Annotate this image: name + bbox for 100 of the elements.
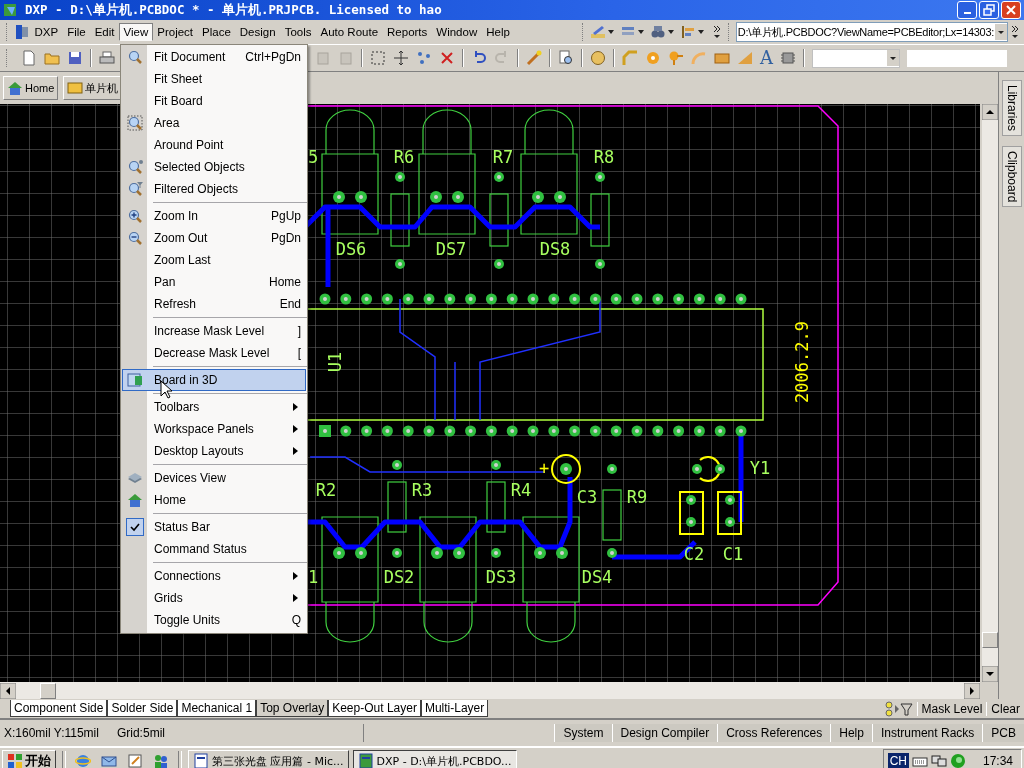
menu-item[interactable]: Increase Mask Level ]: [122, 320, 306, 342]
horizontal-scrollbar[interactable]: [0, 682, 998, 699]
layer-tab[interactable]: Solder Side: [107, 700, 178, 717]
notepad-icon[interactable]: [127, 753, 143, 768]
select-area-icon[interactable]: [370, 50, 386, 66]
document-tab[interactable]: Home: [3, 76, 59, 100]
menu-item[interactable]: Desktop Layouts: [122, 440, 306, 462]
menu-item[interactable]: Fit Document Ctrl+PgDn: [122, 46, 306, 68]
menu-item[interactable]: Reports: [382, 23, 432, 41]
menu-item[interactable]: View: [119, 23, 153, 41]
menu-item[interactable]: Grids: [122, 587, 306, 609]
pad-icon[interactable]: [645, 50, 661, 66]
menu-item[interactable]: Pan Home: [122, 271, 306, 293]
panel-button[interactable]: PCB: [982, 724, 1024, 742]
layer-tab[interactable]: Top Overlay: [256, 700, 329, 717]
menu-item[interactable]: File: [62, 23, 91, 41]
menu-item[interactable]: Command Status: [122, 538, 306, 560]
scroll-thumb[interactable]: [982, 632, 998, 648]
menu-item[interactable]: Tools: [280, 23, 316, 41]
caret-icon[interactable]: [697, 30, 704, 34]
panel-tab[interactable]: Libraries: [1001, 80, 1022, 137]
folder-icon[interactable]: [44, 50, 60, 66]
taskbar-button[interactable]: DXP - D:\单片机.PCBDO...: [352, 750, 517, 768]
menu-item[interactable]: Auto Route: [316, 23, 383, 41]
dropdown-field[interactable]: [907, 49, 1007, 67]
binoculars-icon[interactable]: [649, 24, 666, 40]
menu-item[interactable]: Zoom Out PgDn: [122, 227, 306, 249]
scroll-down-icon[interactable]: [982, 666, 998, 682]
menu-item[interactable]: Help: [481, 23, 515, 41]
panel-button[interactable]: System: [554, 724, 612, 742]
via-icon[interactable]: [668, 50, 684, 66]
vertical-scrollbar[interactable]: [982, 104, 998, 682]
clear-button[interactable]: Clear: [986, 701, 1024, 716]
menu-item[interactable]: Home: [122, 489, 306, 511]
menu-item[interactable]: Edit: [90, 23, 119, 41]
people-icon[interactable]: [153, 753, 169, 768]
menu-item[interactable]: Fit Sheet: [122, 68, 306, 90]
save-icon[interactable]: [67, 50, 83, 66]
caret-icon[interactable]: [667, 30, 674, 34]
address-field[interactable]: D:\单片机.PCBDOC?ViewName=PCBEditor;Lx=14303:: [735, 22, 1008, 42]
dropdown-icon[interactable]: [995, 24, 1007, 40]
browse-icon[interactable]: [558, 50, 574, 66]
layer-tab[interactable]: Mechanical 1: [177, 700, 257, 717]
clipboard-icon[interactable]: [338, 50, 354, 66]
menu-item[interactable]: Area: [122, 112, 306, 134]
menu-item[interactable]: Selected Objects: [122, 156, 306, 178]
menu-item[interactable]: Toggle Units Q: [122, 609, 306, 631]
menu-item[interactable]: Around Point: [122, 134, 306, 156]
menu-item[interactable]: Toolbars: [122, 396, 306, 418]
deselect-icon[interactable]: [439, 50, 455, 66]
menu-item[interactable]: Fit Board: [122, 90, 306, 112]
component-icon[interactable]: [780, 50, 796, 66]
menu-item[interactable]: Window: [431, 23, 482, 41]
menu-item[interactable]: Devices View: [122, 467, 306, 489]
layer-tab[interactable]: Keep-Out Layer: [328, 700, 421, 717]
menu-item[interactable]: Zoom Last: [122, 249, 306, 271]
fill-icon[interactable]: [714, 50, 730, 66]
align-icon[interactable]: [679, 24, 696, 40]
caret-icon[interactable]: [637, 30, 644, 34]
panel-button[interactable]: Help: [830, 724, 872, 742]
caret-icon[interactable]: [607, 30, 614, 34]
menu-item[interactable]: Project: [152, 23, 198, 41]
network-icon[interactable]: [930, 753, 947, 768]
language-indicator[interactable]: CH: [887, 753, 909, 768]
menu-item[interactable]: Design: [235, 23, 281, 41]
place-string-button[interactable]: A: [760, 49, 773, 67]
document-tab[interactable]: 单片机: [63, 76, 123, 100]
chevron-icon[interactable]: [1011, 25, 1019, 39]
start-button[interactable]: 开始: [2, 750, 56, 768]
menu-item[interactable]: Board in 3D: [122, 369, 306, 391]
menu-item[interactable]: DXP: [30, 23, 63, 41]
select-icon[interactable]: [416, 50, 432, 66]
minimize-button[interactable]: [957, 1, 977, 19]
dropdown-icon[interactable]: [887, 50, 899, 66]
printer-icon[interactable]: [99, 50, 115, 66]
move-icon[interactable]: [393, 50, 409, 66]
panel-button[interactable]: Design Compiler: [611, 724, 718, 742]
scroll-right-icon[interactable]: [964, 682, 980, 699]
dropdown-field[interactable]: [812, 48, 900, 68]
chevron-icon[interactable]: [712, 25, 721, 39]
close-button[interactable]: [1001, 1, 1021, 19]
menu-item[interactable]: Workspace Panels: [122, 418, 306, 440]
help-icon[interactable]: [590, 50, 606, 66]
menu-item[interactable]: Zoom In PgUp: [122, 205, 306, 227]
panel-button[interactable]: Instrument Racks: [871, 724, 983, 742]
wand-icon[interactable]: [526, 50, 542, 66]
mask-level-button[interactable]: Mask Level: [916, 701, 987, 716]
new-document-icon[interactable]: [21, 50, 37, 66]
globe-icon[interactable]: [75, 753, 91, 768]
layer-tab[interactable]: Multi-Layer: [420, 700, 489, 717]
menu-item[interactable]: Status Bar: [122, 516, 306, 538]
taskbar-button[interactable]: 第三张光盘 应用篇 - Mic...: [188, 750, 349, 768]
mask-icon[interactable]: [884, 700, 913, 717]
scroll-left-icon[interactable]: [0, 682, 16, 699]
panel-button[interactable]: Cross References: [717, 724, 831, 742]
restore-button[interactable]: [979, 1, 999, 19]
scroll-up-icon[interactable]: [982, 104, 998, 120]
layer-tab[interactable]: Component Side: [10, 700, 108, 717]
menu-item[interactable]: Filtered Objects: [122, 178, 306, 200]
mail-icon[interactable]: [101, 753, 117, 768]
